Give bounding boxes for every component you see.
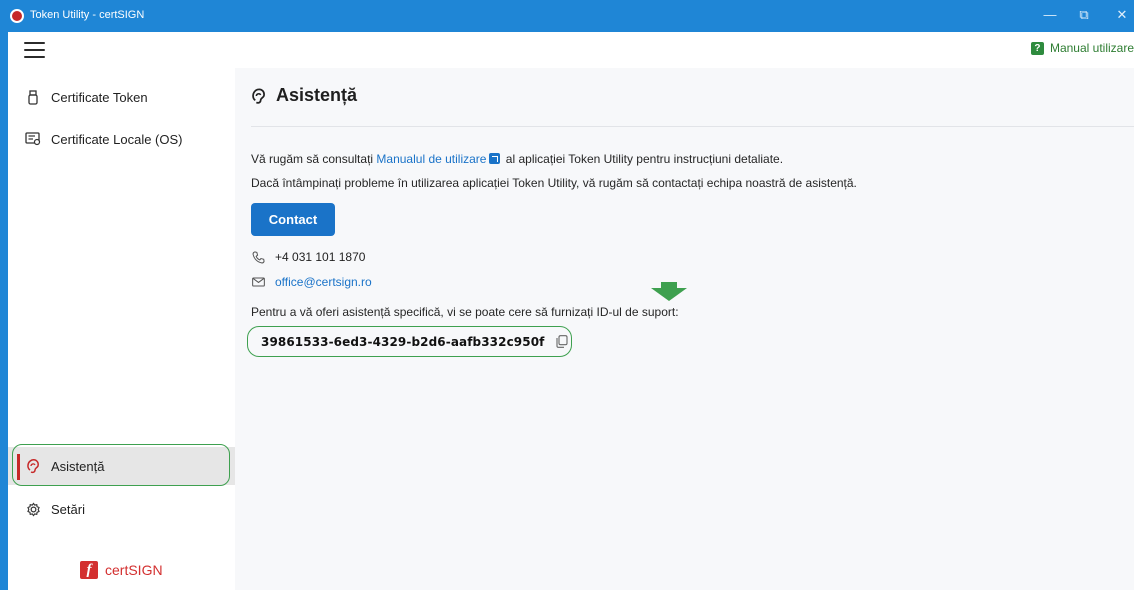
manual-paragraph: Vă rugăm să consultați Manualul de utili… [251,152,783,166]
support-icon [251,87,266,105]
sidebar-item-label: Certificate Locale (OS) [51,131,183,147]
hamburger-menu-icon[interactable] [24,42,45,59]
support-id-field: 39861533-6ed3-4329-b2d6-aafb332c950f [247,326,572,357]
local-certificate-icon [25,132,41,146]
close-button[interactable]: ✕ [1112,7,1132,23]
user-manual-inline-link[interactable]: Manualul de utilizare [376,152,486,166]
mail-icon [251,277,265,287]
sidebar-item-label: Setări [51,501,85,517]
sidebar-item-certificate-token[interactable]: Certificate Token [8,78,235,116]
highlight-annotation [12,444,230,486]
email-link[interactable]: office@certsign.ro [275,275,372,289]
phone-row: +4 031 101 1870 [251,250,365,264]
contact-button[interactable]: Contact [251,203,335,236]
user-manual-link[interactable]: ? Manual utilizare [1030,41,1134,55]
certsign-logo: f certSIGN [80,561,163,579]
page-title-text: Asistență [276,85,358,105]
sidebar-item-label: Certificate Token [51,89,148,105]
divider [251,126,1134,127]
phone-number: +4 031 101 1870 [275,250,366,264]
support-id-value[interactable]: 39861533-6ed3-4329-b2d6-aafb332c950f [261,335,544,349]
page-title: Asistență [251,85,357,106]
copy-icon[interactable] [556,335,569,348]
arrow-down-icon [651,282,687,301]
app-logo-icon [10,9,24,23]
restore-button[interactable]: ⧉ [1074,7,1094,23]
sidebar: Certificate Token Certificate Locale (OS… [8,68,235,590]
window-title: Token Utility - certSIGN [30,9,145,21]
problems-paragraph: Dacă întâmpinați probleme în utilizarea … [251,176,857,190]
sidebar-item-setari[interactable]: Setări [8,490,235,528]
email-row: office@certsign.ro [251,275,372,289]
minimize-button[interactable]: — [1040,7,1060,22]
window-left-border [0,32,8,590]
question-icon: ? [1030,41,1044,55]
certsign-logo-mark: f [80,561,98,579]
user-manual-label: Manual utilizare [1049,41,1134,55]
paragraph-text: al aplicației Token Utility pentru instr… [502,152,784,166]
support-id-label: Pentru a vă oferi asistență specifică, v… [251,305,679,319]
gear-icon [25,501,41,517]
title-bar: Token Utility - certSIGN — ⧉ ✕ [0,0,1134,32]
phone-icon [251,250,265,264]
sidebar-item-certificate-locale[interactable]: Certificate Locale (OS) [8,120,235,158]
paragraph-text: Vă rugăm să consultați [251,152,377,166]
main-content: Asistență Vă rugăm să consultați Manualu… [235,68,1134,590]
menu-bar: ? Manual utilizare [0,32,1134,68]
certsign-logo-text: certSIGN [105,562,163,578]
external-link-icon[interactable] [489,153,501,164]
usb-token-icon [25,89,41,105]
